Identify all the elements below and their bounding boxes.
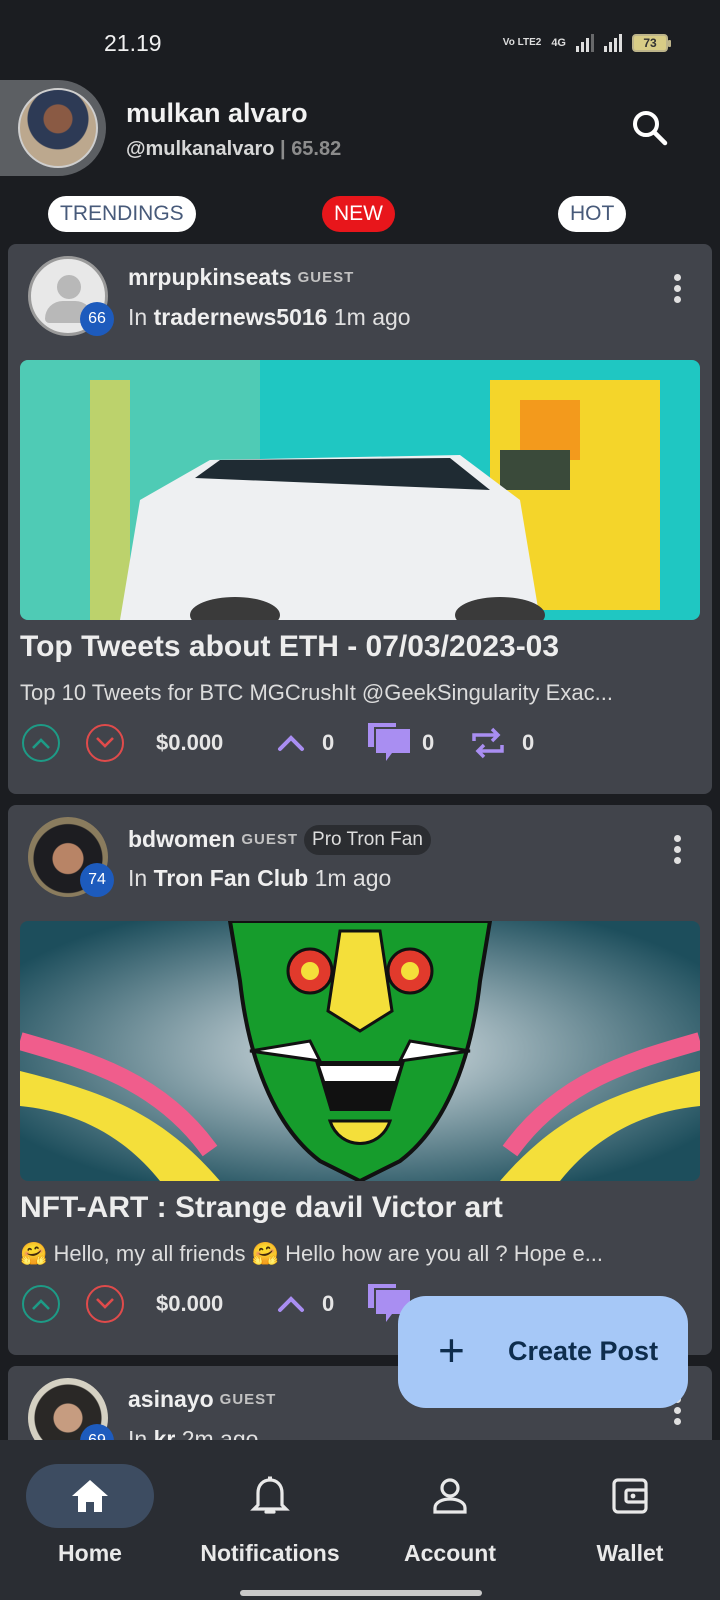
nav-label: Wallet [596, 1540, 664, 1566]
handle-separator: | [280, 138, 286, 160]
post-time: 1m ago [314, 865, 392, 891]
community-link[interactable]: tradernews5016 [154, 304, 328, 330]
profile-header: mulkan alvaro @mulkanalvaro | 65.82 [0, 80, 720, 184]
reblog-button[interactable]: 0 [470, 720, 534, 766]
upvote-count: 0 [322, 730, 335, 755]
post-thumbnail[interactable] [20, 921, 700, 1181]
more-options-icon[interactable] [672, 835, 682, 865]
community-badge: Pro Tron Fan [304, 825, 431, 855]
in-label: In [128, 865, 148, 891]
post-time: 1m ago [333, 304, 411, 330]
payout-value[interactable]: $0.000 [156, 720, 223, 766]
downvote-button[interactable] [86, 720, 124, 766]
volte-icon: Vo LTE2 [502, 37, 542, 48]
upvote-button[interactable] [22, 720, 60, 766]
profile-score: 65.82 [291, 138, 342, 160]
network-type: 4G [551, 37, 566, 49]
chevron-down-icon [86, 1285, 124, 1323]
post-title[interactable]: NFT-ART : Strange davil Victor art [20, 1191, 503, 1225]
payout-value[interactable]: $0.000 [156, 1281, 223, 1327]
bottom-navigation: Home Notifications Account Wallet [0, 1440, 720, 1600]
downvote-button[interactable] [86, 1281, 124, 1327]
post-excerpt[interactable]: 🤗 Hello, my all friends 🤗 Hello how are … [20, 1241, 690, 1267]
post-author-line: bdwomen GUEST Pro Tron Fan [128, 825, 431, 855]
reblog-count: 0 [522, 730, 535, 755]
bell-icon [206, 1464, 334, 1528]
nav-wallet[interactable]: Wallet [540, 1464, 720, 1567]
chevron-down-icon [86, 724, 124, 762]
home-icon [26, 1464, 154, 1528]
gesture-bar[interactable] [240, 1590, 482, 1596]
signal-icon [576, 34, 594, 52]
nav-label: Home [58, 1540, 122, 1566]
post-author-line: asinayo GUEST [128, 1386, 276, 1413]
comment-icon [368, 723, 410, 761]
system-icons: Vo LTE2 4G 73 [502, 34, 671, 52]
upvote-count-button[interactable]: 0 [276, 720, 334, 766]
person-icon [386, 1464, 514, 1528]
role-label: GUEST [297, 269, 355, 286]
role-label: GUEST [219, 1391, 277, 1408]
tab-hot[interactable]: HOT [558, 196, 627, 232]
post-meta: In Tron Fan Club 1m ago [128, 865, 391, 892]
profile-handle-line: @mulkanalvaro | 65.82 [126, 138, 341, 161]
upvote-count-button[interactable]: 0 [276, 1281, 334, 1327]
profile-name: mulkan alvaro [126, 98, 308, 128]
arrow-up-icon [278, 1296, 304, 1312]
more-options-icon[interactable] [672, 274, 682, 304]
post-author-line: mrpupkinseats GUEST [128, 264, 354, 291]
avatar [18, 88, 98, 168]
role-label: GUEST [241, 831, 299, 848]
nav-home[interactable]: Home [0, 1464, 180, 1567]
create-post-button[interactable]: + Create Post [398, 1296, 688, 1408]
post-actions: $0.000 0 0 0 [20, 720, 700, 766]
nav-notifications[interactable]: Notifications [180, 1464, 360, 1567]
post-title[interactable]: Top Tweets about ETH - 07/03/2023-03 [20, 630, 559, 664]
signal-icon-2 [604, 34, 622, 52]
in-label: In [128, 304, 148, 330]
post-excerpt[interactable]: Top 10 Tweets for BTC MGCrushIt @GeekSin… [20, 680, 690, 706]
plus-icon: + [438, 1324, 465, 1376]
profile-handle: @mulkanalvaro [126, 138, 275, 160]
reputation-badge: 74 [80, 863, 114, 897]
reputation-badge: 66 [80, 302, 114, 336]
post-card[interactable]: 74 bdwomen GUEST Pro Tron Fan In Tron Fan … [8, 805, 712, 1355]
comments-button[interactable]: 0 [366, 720, 434, 766]
status-bar: 21.19 Vo LTE2 4G 73 [0, 0, 720, 80]
arrow-up-icon [278, 735, 304, 751]
create-post-label: Create Post [508, 1336, 659, 1366]
post-author[interactable]: bdwomen [128, 826, 235, 852]
tab-trendings[interactable]: TRENDINGS [48, 196, 196, 232]
comment-count: 0 [422, 730, 435, 755]
upvote-button[interactable] [22, 1281, 60, 1327]
upvote-count: 0 [322, 1291, 335, 1316]
battery-icon: 73 [632, 34, 671, 52]
nav-account[interactable]: Account [360, 1464, 540, 1567]
reblog-icon [472, 727, 504, 759]
post-author[interactable]: asinayo [128, 1386, 214, 1412]
post-meta: In tradernews5016 1m ago [128, 304, 411, 331]
tab-new[interactable]: NEW [322, 196, 395, 232]
post-thumbnail[interactable] [20, 360, 700, 620]
post-card[interactable]: 66 mrpupkinseats GUEST In tradernews5016 … [8, 244, 712, 794]
wallet-icon [566, 1464, 694, 1528]
feed-tabs: TRENDINGS NEW HOT [0, 192, 720, 236]
chevron-up-icon [22, 724, 60, 762]
community-link[interactable]: Tron Fan Club [154, 865, 309, 891]
nav-label: Notifications [200, 1540, 340, 1566]
search-icon[interactable] [630, 108, 670, 148]
nav-label: Account [404, 1540, 496, 1566]
post-author[interactable]: mrpupkinseats [128, 264, 292, 290]
chevron-up-icon [22, 1285, 60, 1323]
status-time: 21.19 [104, 30, 162, 56]
profile-avatar-button[interactable] [0, 80, 106, 176]
